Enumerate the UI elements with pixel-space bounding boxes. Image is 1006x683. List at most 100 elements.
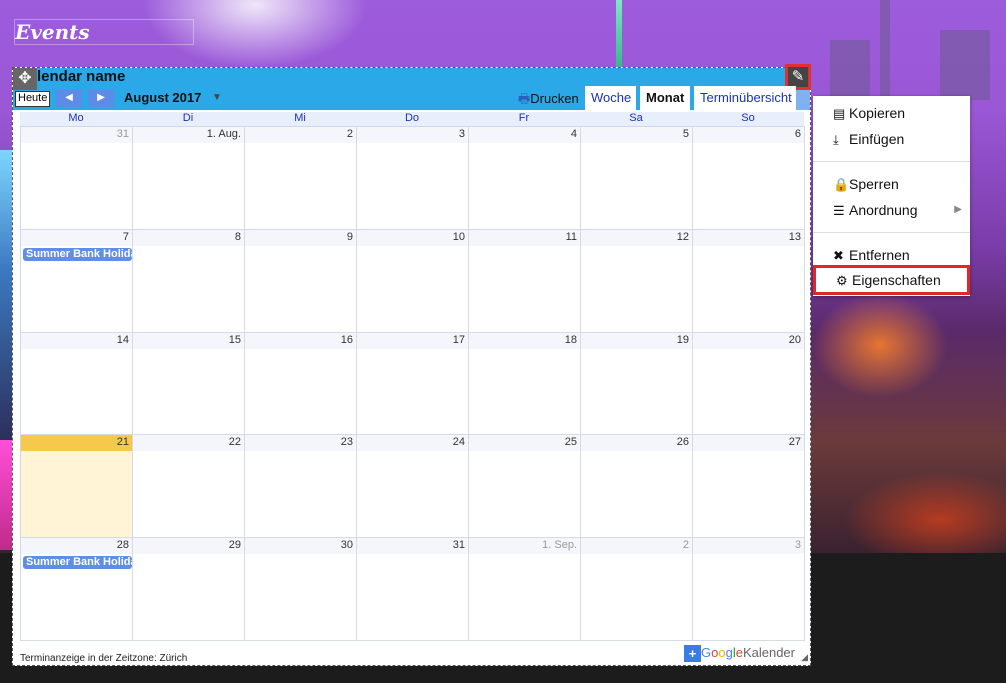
copy-icon: ▤ (833, 106, 846, 121)
day-cell[interactable]: 2 (581, 538, 693, 641)
day-cell[interactable]: 18 (469, 332, 581, 436)
day-number: 8 (234, 230, 241, 243)
day-number: 7 (122, 230, 129, 243)
day-cell[interactable]: 3 (357, 127, 469, 230)
event-chip[interactable]: Summer Bank Holiday (23, 247, 132, 261)
menu-item-lock[interactable]: 🔒Sperren (813, 172, 970, 196)
event-chip[interactable]: Summer Bank Holiday (23, 556, 132, 570)
menu-item-properties[interactable]: ⚙ Eigenschaften (813, 265, 970, 295)
day-number: 30 (340, 539, 353, 552)
day-number: 27 (788, 436, 801, 449)
day-cell[interactable]: 12 (581, 229, 693, 333)
print-button[interactable]: 🖶Drucken (518, 90, 579, 112)
google-letter: g (725, 645, 733, 660)
move-handle-icon[interactable]: ✥ (13, 68, 37, 90)
day-number-bar (245, 332, 356, 349)
next-month-button[interactable]: ▶ (88, 89, 114, 107)
day-cell[interactable]: 28 Summer Bank Holiday (21, 538, 133, 641)
day-cell[interactable]: 23 (245, 435, 357, 539)
menu-divider (813, 232, 970, 233)
lock-icon: 🔒 (833, 177, 850, 192)
calendar-title: lendar name (37, 68, 126, 85)
day-cell[interactable]: 1. Sep. (469, 538, 581, 641)
download-icon: ⤓ (833, 132, 839, 147)
day-number-bar (357, 229, 468, 246)
resize-handle-icon[interactable]: ◢ (801, 652, 808, 663)
day-cell[interactable]: 24 (357, 435, 469, 539)
kalender-label: Kalender (742, 645, 795, 660)
menu-item-remove[interactable]: ✖ Entfernen (813, 243, 970, 267)
day-number-bar (133, 538, 244, 555)
background-building (880, 0, 890, 100)
day-cell[interactable]: 2 (245, 127, 357, 230)
day-number: 31 (116, 128, 129, 140)
day-cell[interactable]: 8 (133, 229, 245, 333)
day-cell[interactable]: 29 (133, 538, 245, 641)
menu-item-label: Entfernen (849, 247, 910, 263)
tab-agenda[interactable]: Terminübersicht (694, 86, 796, 110)
month-label: August 2017 (124, 90, 202, 105)
weekday-header: Mo (20, 112, 132, 126)
menu-item-label: Einfügen (849, 131, 905, 147)
day-number-bar (21, 127, 132, 143)
day-cell[interactable]: 19 (581, 332, 693, 436)
day-cell[interactable]: 4 (469, 127, 581, 230)
day-number-bar (469, 332, 580, 349)
tab-month[interactable]: Monat (640, 86, 690, 110)
list-icon: ☰ (833, 203, 845, 218)
day-cell[interactable]: 11 (469, 229, 581, 333)
day-number-bar (693, 538, 804, 555)
day-cell[interactable]: 20 (693, 332, 805, 436)
day-cell[interactable]: 22 (133, 435, 245, 539)
calendar-widget[interactable]: ✥ lendar name ✎ Heute ◀ ▶ August 2017 ▼ … (12, 64, 811, 666)
menu-item-arrange[interactable]: ☰ Anordnung ▶ (813, 198, 970, 222)
day-number: 19 (676, 333, 689, 346)
day-number: 21 (116, 436, 129, 449)
day-cell[interactable]: 10 (357, 229, 469, 333)
day-number-bar (357, 332, 468, 349)
menu-item-paste[interactable]: ⤓ Einfügen (813, 127, 970, 151)
day-cell[interactable]: 6 (693, 127, 805, 230)
day-number-bar (693, 435, 804, 452)
day-cell[interactable]: 5 (581, 127, 693, 230)
tab-more-button[interactable] (796, 90, 810, 110)
day-number: 16 (340, 333, 353, 346)
month-dropdown-icon[interactable]: ▼ (212, 92, 222, 103)
day-number: 26 (676, 436, 689, 449)
day-number-bar (581, 538, 692, 555)
prev-month-button[interactable]: ◀ (56, 89, 82, 107)
day-cell[interactable]: 31 (21, 127, 133, 230)
day-cell[interactable]: 25 (469, 435, 581, 539)
google-calendar-button[interactable]: + GoogleKalender (684, 645, 795, 663)
day-cell[interactable]: 31 (357, 538, 469, 641)
background-tower (616, 0, 622, 70)
day-cell[interactable]: 14 (21, 332, 133, 436)
day-cell[interactable]: 27 (693, 435, 805, 539)
day-cell[interactable]: 16 (245, 332, 357, 436)
day-cell[interactable]: 7 Summer Bank Holiday (21, 229, 133, 333)
day-cell[interactable]: 13 (693, 229, 805, 333)
day-cell[interactable]: 26 (581, 435, 693, 539)
day-number-bar (133, 332, 244, 349)
day-cell[interactable]: 17 (357, 332, 469, 436)
tab-week[interactable]: Woche (585, 86, 636, 110)
day-number-bar (21, 332, 132, 349)
google-letter: e (735, 645, 743, 660)
day-number-bar (133, 435, 244, 452)
day-cell[interactable]: 15 (133, 332, 245, 436)
day-number: 28 (116, 539, 129, 552)
day-cell[interactable]: 1. Aug. (133, 127, 245, 230)
day-cell[interactable]: 9 (245, 229, 357, 333)
menu-divider (813, 161, 970, 162)
day-cell[interactable]: 21 (21, 435, 133, 539)
day-number-bar (21, 435, 132, 452)
today-button[interactable]: Heute (15, 91, 51, 107)
day-number: 4 (570, 128, 577, 140)
day-number: 11 (565, 230, 577, 243)
day-number-bar (693, 332, 804, 349)
menu-item-copy[interactable]: ▤ Kopieren (813, 101, 970, 125)
day-cell[interactable]: 3 (693, 538, 805, 641)
day-number: 23 (340, 436, 353, 449)
day-number: 24 (452, 436, 465, 449)
day-cell[interactable]: 30 (245, 538, 357, 641)
